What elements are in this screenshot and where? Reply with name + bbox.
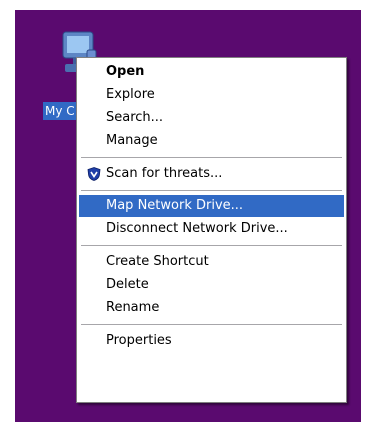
menu-item-map-network-drive[interactable]: Map Network Drive... <box>79 195 344 217</box>
context-menu: Open Explore Search... Manage Scan for t… <box>76 57 347 403</box>
menu-separator <box>81 324 342 325</box>
menu-item-rename[interactable]: Rename <box>79 297 344 319</box>
menu-separator <box>81 157 342 158</box>
menu-item-scan-for-threats[interactable]: Scan for threats... <box>79 163 344 185</box>
menu-item-search[interactable]: Search... <box>79 107 344 129</box>
menu-item-label: Scan for threats... <box>106 166 223 181</box>
menu-item-manage[interactable]: Manage <box>79 130 344 152</box>
desktop: My C Open Explore Search... Manage Scan … <box>15 10 361 422</box>
menu-item-delete[interactable]: Delete <box>79 274 344 296</box>
shield-icon <box>87 167 101 181</box>
menu-separator <box>81 190 342 191</box>
menu-item-create-shortcut[interactable]: Create Shortcut <box>79 251 344 273</box>
menu-item-open[interactable]: Open <box>79 61 344 83</box>
menu-item-disconnect-network-drive[interactable]: Disconnect Network Drive... <box>79 218 344 240</box>
menu-item-properties[interactable]: Properties <box>79 330 344 352</box>
menu-separator <box>81 245 342 246</box>
menu-item-explore[interactable]: Explore <box>79 84 344 106</box>
